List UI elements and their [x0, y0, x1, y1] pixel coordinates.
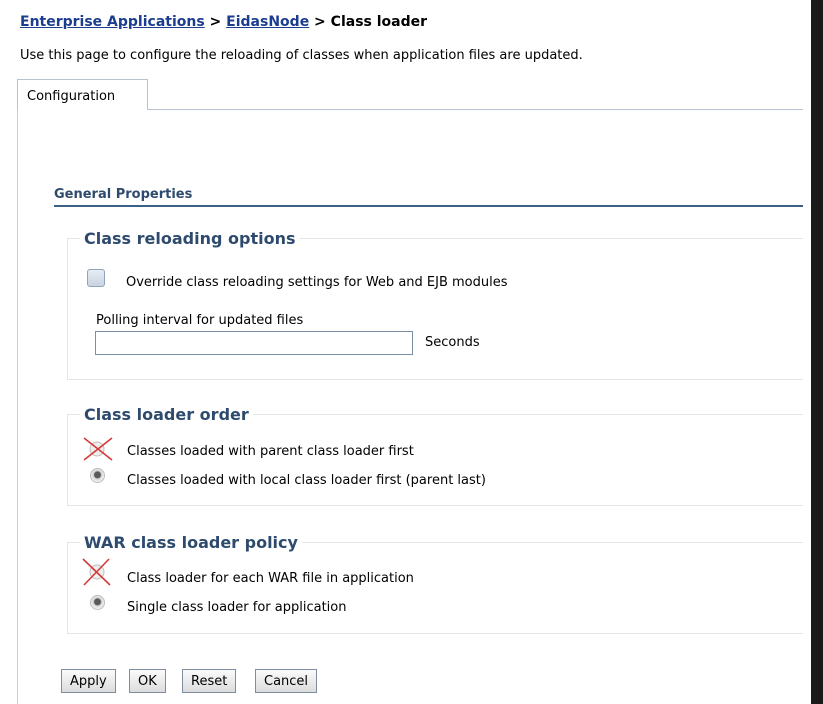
radio-single-selected[interactable]	[90, 595, 105, 610]
fieldset-war-policy: WAR class loader policy	[67, 533, 803, 634]
breadcrumb-current: Class loader	[330, 14, 428, 30]
polling-interval-units: Seconds	[425, 335, 480, 350]
radio-label-war-each: Class loader for each WAR file in applic…	[127, 571, 414, 586]
radio-war-each-crossed-out[interactable]	[80, 556, 116, 586]
section-divider	[54, 205, 803, 207]
radio-parent-first-crossed-out[interactable]	[82, 434, 118, 464]
content-border	[17, 110, 18, 704]
apply-button[interactable]: Apply	[61, 669, 116, 693]
breadcrumb-link-enterprise-applications[interactable]: Enterprise Applications	[20, 14, 205, 30]
radio-label-local-first: Classes loaded with local class loader f…	[127, 473, 486, 488]
breadcrumb-link-eidasnode[interactable]: EidasNode	[226, 14, 309, 30]
breadcrumb-separator: >	[309, 14, 331, 30]
breadcrumb: Enterprise Applications > EidasNode > Cl…	[20, 14, 427, 30]
radio-label-parent-first: Classes loaded with parent class loader …	[127, 444, 414, 459]
fieldset-class-reloading: Class reloading options	[67, 229, 803, 380]
cancel-button[interactable]: Cancel	[255, 669, 318, 693]
window-edge	[811, 0, 823, 704]
tab-configuration[interactable]: Configuration	[17, 79, 148, 110]
tab-label: Configuration	[27, 89, 116, 104]
section-title-general-properties: General Properties	[54, 187, 193, 202]
fieldset-legend: WAR class loader policy	[80, 533, 302, 552]
breadcrumb-separator: >	[204, 14, 227, 30]
fieldset-legend: Class loader order	[80, 405, 253, 424]
radio-label-single: Single class loader for application	[127, 600, 347, 615]
radio-local-first-selected[interactable]	[90, 468, 105, 483]
polling-interval-input[interactable]	[95, 331, 413, 355]
polling-interval-label: Polling interval for updated files	[96, 313, 304, 328]
ok-button[interactable]: OK	[129, 669, 166, 693]
fieldset-class-loader-order: Class loader order	[67, 405, 803, 506]
fieldset-legend: Class reloading options	[80, 229, 300, 248]
reset-button[interactable]: Reset	[182, 669, 237, 693]
override-class-reloading-checkbox[interactable]	[87, 269, 105, 287]
page-description: Use this page to configure the reloading…	[20, 48, 583, 63]
override-class-reloading-label: Override class reloading settings for We…	[126, 275, 508, 290]
